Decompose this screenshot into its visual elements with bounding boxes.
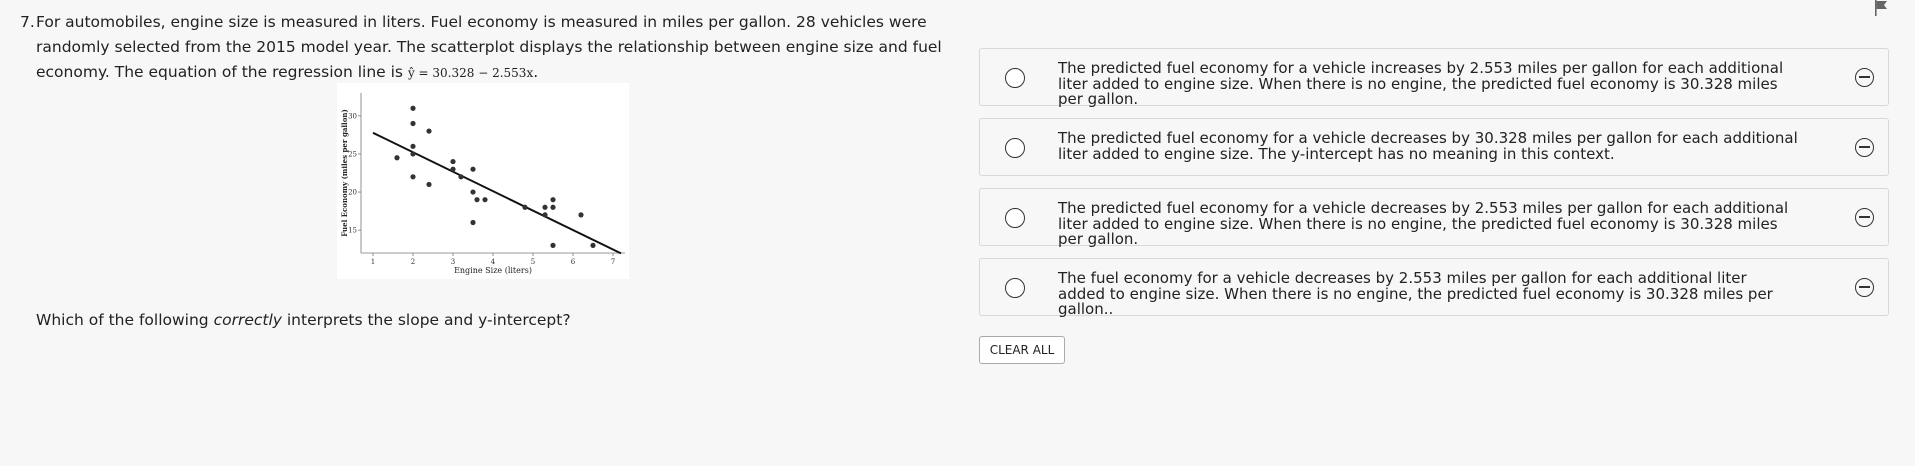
radio-button-icon[interactable] bbox=[1005, 138, 1025, 158]
eliminate-choice-icon[interactable] bbox=[1855, 208, 1874, 227]
data-point bbox=[410, 105, 416, 111]
question-text: For automobiles, engine size is measured… bbox=[36, 10, 945, 86]
x-tick-label: 6 bbox=[571, 258, 576, 266]
question-end: . bbox=[533, 63, 539, 81]
data-point bbox=[426, 128, 432, 134]
x-tick-label: 4 bbox=[491, 258, 496, 266]
y-axis-title: Fuel Economy (miles per gallon) bbox=[340, 109, 349, 237]
x-tick-label: 1 bbox=[371, 258, 375, 266]
data-point bbox=[590, 242, 596, 248]
x-axis-title: Engine Size (liters) bbox=[454, 266, 532, 275]
data-point bbox=[450, 158, 456, 165]
data-point bbox=[542, 212, 548, 218]
data-point bbox=[450, 166, 456, 172]
answer-choice-b[interactable]: The predicted fuel economy for a vehicle… bbox=[979, 118, 1889, 176]
regression-equation: ŷ = 30.328 − 2.553x bbox=[407, 66, 534, 80]
answer-choice-c[interactable]: The predicted fuel economy for a vehicle… bbox=[979, 188, 1889, 248]
prompt-post: interprets the slope and y-intercept? bbox=[281, 311, 571, 329]
y-tick-label: 20 bbox=[348, 189, 357, 197]
y-tick-label: 25 bbox=[348, 150, 357, 158]
data-point bbox=[550, 242, 556, 248]
data-point bbox=[410, 151, 416, 157]
data-point bbox=[470, 166, 476, 172]
data-point bbox=[410, 143, 416, 149]
data-point bbox=[542, 204, 548, 210]
answer-choice-a[interactable]: The predicted fuel economy for a vehicle… bbox=[979, 48, 1889, 108]
data-point bbox=[410, 120, 416, 127]
question-prompt: Which of the following correctly interpr… bbox=[36, 311, 571, 329]
choice-text: The predicted fuel economy for a vehicle… bbox=[1058, 199, 1789, 248]
y-tick-label: 30 bbox=[348, 112, 357, 120]
data-point bbox=[458, 174, 464, 180]
eliminate-choice-icon[interactable] bbox=[1855, 278, 1874, 297]
prompt-pre: Which of the following bbox=[36, 311, 214, 329]
data-point bbox=[550, 204, 556, 210]
data-point bbox=[394, 155, 400, 161]
x-tick-label: 5 bbox=[531, 258, 535, 266]
eliminate-choice-icon[interactable] bbox=[1855, 68, 1874, 87]
regression-line bbox=[372, 131, 622, 255]
radio-button-icon[interactable] bbox=[1005, 278, 1025, 298]
eliminate-choice-icon[interactable] bbox=[1855, 138, 1874, 157]
radio-button-icon[interactable] bbox=[1005, 68, 1025, 88]
data-point bbox=[410, 174, 416, 180]
data-point bbox=[470, 189, 476, 195]
data-point bbox=[578, 212, 584, 218]
y-tick-label: 15 bbox=[348, 227, 357, 235]
radio-button-icon[interactable] bbox=[1005, 208, 1025, 228]
x-tick-label: 7 bbox=[611, 258, 615, 266]
question-number: 7. bbox=[20, 13, 35, 31]
data-point bbox=[550, 197, 556, 203]
data-point bbox=[470, 219, 476, 226]
choice-text: The predicted fuel economy for a vehicle… bbox=[1058, 129, 1798, 163]
clear-all-button[interactable]: CLEAR ALL bbox=[979, 336, 1065, 364]
question-stem: 7. For automobiles, engine size is measu… bbox=[20, 10, 945, 86]
flag-icon[interactable] bbox=[1873, 0, 1889, 16]
data-point bbox=[522, 204, 528, 210]
choice-text: The fuel economy for a vehicle decreases… bbox=[1058, 269, 1773, 318]
x-tick-label: 3 bbox=[451, 258, 455, 266]
data-point bbox=[482, 197, 488, 203]
x-tick-label: 2 bbox=[411, 258, 415, 266]
choice-text: The predicted fuel economy for a vehicle… bbox=[1058, 59, 1784, 108]
data-point bbox=[474, 197, 480, 203]
answer-choice-d[interactable]: The fuel economy for a vehicle decreases… bbox=[979, 258, 1889, 318]
scatterplot: 1 2 3 4 5 6 7 15 20 25 30 Engine Size (liters) Fuel … bbox=[337, 83, 629, 279]
data-point bbox=[426, 181, 432, 188]
prompt-emphasis: correctly bbox=[213, 311, 282, 329]
